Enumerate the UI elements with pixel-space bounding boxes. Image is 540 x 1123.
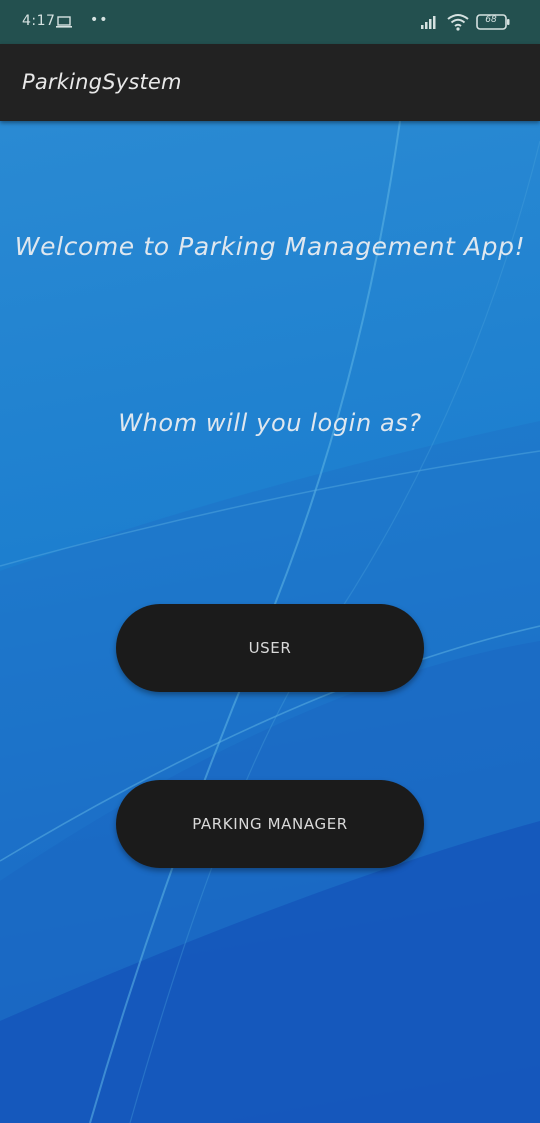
- app-title: ParkingSystem: [22, 70, 182, 94]
- wifi-icon: [447, 14, 469, 31]
- app-bar: ParkingSystem: [0, 44, 540, 121]
- main-content: Welcome to Parking Management App! Whom …: [0, 121, 540, 1123]
- status-time: 4:17: [22, 13, 56, 29]
- signal-icon: [421, 16, 436, 29]
- laptop-icon: [56, 16, 72, 28]
- login-question: Whom will you login as?: [118, 409, 422, 437]
- user-button[interactable]: USER: [116, 604, 424, 692]
- parking-manager-button[interactable]: PARKING MANAGER: [116, 780, 424, 868]
- battery-level: 68: [485, 15, 497, 25]
- notification-dots: ••: [90, 12, 109, 28]
- status-bar: 4:17 •• 68: [0, 0, 540, 44]
- screen: 4:17 •• 68 ParkingSystem Welcome to Park…: [0, 0, 540, 1123]
- welcome-heading: Welcome to Parking Management App!: [14, 232, 526, 261]
